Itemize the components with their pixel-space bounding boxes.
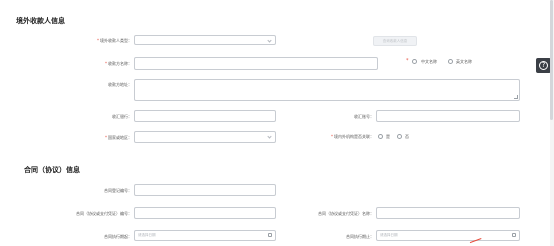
payee-type-select[interactable] xyxy=(134,35,276,45)
chevron-down-icon xyxy=(267,38,272,43)
required-mark: * xyxy=(105,61,107,66)
section-title-contract: 合同（协议）信息 xyxy=(24,166,80,174)
radio-related-no[interactable] xyxy=(397,134,402,139)
end-date-label: 合同执行期止： xyxy=(346,234,374,239)
contract-no-label: 合同（协议或支付凭证）编号： xyxy=(76,211,132,216)
contract-name-input[interactable] xyxy=(376,207,520,219)
required-mark: * xyxy=(97,38,99,43)
scrollbar[interactable] xyxy=(550,0,554,246)
radio-related-no-label: 否 xyxy=(405,134,409,139)
required-mark: * xyxy=(406,58,409,64)
bank-label: 收汇银行： xyxy=(112,114,132,119)
radio-name-en[interactable] xyxy=(448,59,453,64)
section-title-payee: 境外收款人信息 xyxy=(16,17,65,25)
payee-address-textarea[interactable] xyxy=(134,79,520,101)
start-date-label: 合同执行期起： xyxy=(104,234,132,239)
contract-no-input[interactable] xyxy=(134,207,276,219)
payee-type-label-text: 境外收款人类型： xyxy=(100,38,132,43)
country-label: *国家或地区： xyxy=(60,135,132,141)
account-input[interactable] xyxy=(376,110,520,122)
country-select[interactable] xyxy=(134,131,276,143)
end-date-placeholder: 请选择日期 xyxy=(380,233,398,237)
chevron-down-icon xyxy=(267,134,272,139)
calendar-icon xyxy=(512,233,516,237)
payee-type-label: *境外收款人类型： xyxy=(60,38,132,44)
end-date-picker[interactable]: 请选择日期 xyxy=(376,230,520,241)
contract-name-label: 合同（协议或支付凭证）名称： xyxy=(318,211,374,216)
help-circle-icon: ? xyxy=(539,61,548,70)
reg-no-label: 合同登记编号： xyxy=(104,188,132,193)
radio-name-cn[interactable] xyxy=(412,59,417,64)
country-label-text: 国家或地区： xyxy=(108,135,132,140)
check-payee-button[interactable]: 查询收款人信息 xyxy=(373,36,417,46)
payee-name-input[interactable] xyxy=(134,57,378,70)
related-label-text: 境内外机构是否关联： xyxy=(334,134,374,139)
scrollbar-thumb[interactable] xyxy=(550,0,553,120)
payee-name-label: *收款方名称： xyxy=(60,61,132,67)
reg-no-input[interactable] xyxy=(134,184,276,196)
start-date-placeholder: 请选择日期 xyxy=(138,233,156,237)
payee-name-label-text: 收款方名称： xyxy=(108,61,132,66)
payee-address-label: 收款方地址： xyxy=(108,82,132,87)
radio-name-en-label: 英文名称 xyxy=(456,59,472,64)
related-label: *境内外机构是否关联： xyxy=(290,134,374,140)
account-label: 收汇账号： xyxy=(354,114,374,119)
start-date-picker[interactable]: 请选择日期 xyxy=(134,230,276,241)
radio-related-yes-label: 是 xyxy=(386,134,390,139)
bank-input[interactable] xyxy=(134,110,276,122)
required-mark: * xyxy=(105,135,107,140)
help-button[interactable]: ? xyxy=(536,58,551,73)
radio-name-cn-label: 中文名称 xyxy=(421,59,437,64)
radio-related-yes[interactable] xyxy=(378,134,383,139)
resize-handle-icon[interactable] xyxy=(514,95,518,99)
required-mark: * xyxy=(331,134,333,139)
calendar-icon xyxy=(268,233,272,237)
